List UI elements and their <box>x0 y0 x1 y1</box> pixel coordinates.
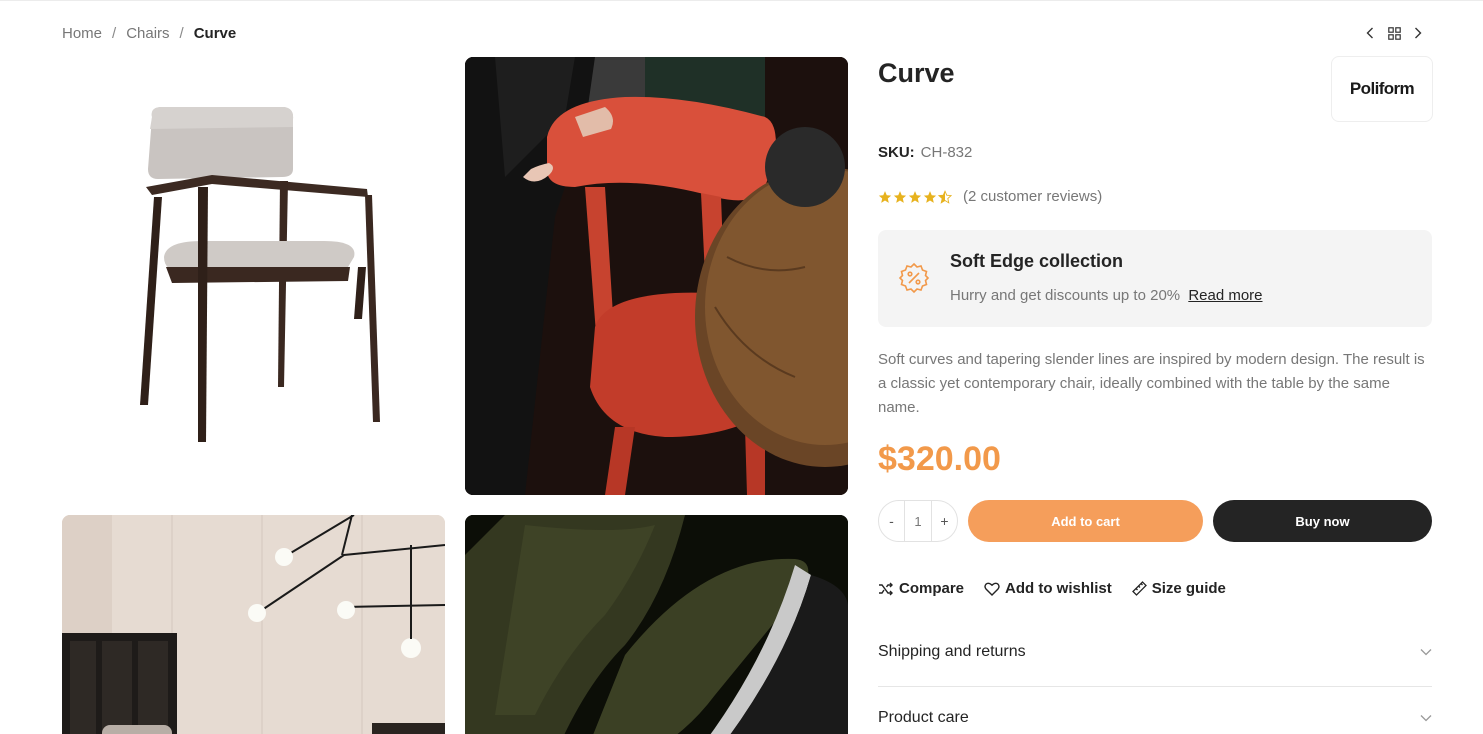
size-guide-label: Size guide <box>1151 580 1226 597</box>
product-navigation <box>1363 25 1425 41</box>
promo-text-row: Hurry and get discounts up to 20% Read m… <box>950 287 1263 304</box>
add-to-cart-button[interactable]: Add to cart <box>968 500 1203 542</box>
buy-now-button[interactable]: Buy now <box>1213 500 1432 542</box>
accordion-shipping-title: Shipping and returns <box>878 643 1026 660</box>
accordion-product-care[interactable]: Product care <box>878 709 1432 727</box>
sku-value: CH-832 <box>920 144 973 161</box>
promo-banner: Soft Edge collection Hurry and get disco… <box>878 230 1432 327</box>
product-title: Curve <box>878 58 955 88</box>
star-icon <box>893 190 907 203</box>
compare-button[interactable]: Compare <box>878 580 964 597</box>
star-icon <box>908 190 922 203</box>
chevron-left-icon[interactable] <box>1363 25 1377 41</box>
compare-label: Compare <box>899 580 965 597</box>
promo-read-more-link[interactable]: Read more <box>1188 287 1262 304</box>
brand-logo[interactable]: Poliform <box>1331 56 1433 122</box>
product-price: $320.00 <box>878 440 1001 478</box>
quantity-plus-button[interactable]: + <box>932 513 957 529</box>
add-to-wishlist-button[interactable]: Add to wishlist <box>984 580 1112 597</box>
breadcrumb-chairs[interactable]: Chairs <box>126 25 169 42</box>
product-image-red-chair-lifestyle[interactable] <box>465 57 848 495</box>
product-description: Soft curves and tapering slender lines a… <box>878 351 1425 416</box>
chevron-right-icon[interactable] <box>1411 25 1425 41</box>
size-guide-button[interactable]: Size guide <box>1131 580 1226 597</box>
sku: SKU: CH-832 <box>878 144 972 161</box>
star-rating <box>878 189 952 204</box>
star-half-icon <box>938 189 952 204</box>
grid-icon[interactable] <box>1387 25 1401 41</box>
chevron-down-icon <box>1420 715 1432 722</box>
promo-title: Soft Edge collection <box>950 251 1124 271</box>
quantity-stepper: - 1 + <box>878 500 958 542</box>
star-icon <box>878 190 892 203</box>
accordion-divider <box>878 686 1432 687</box>
ruler-icon <box>1131 581 1147 596</box>
breadcrumb: Home / Chairs / Curve <box>62 25 236 42</box>
sku-label: SKU: <box>878 144 915 161</box>
shuffle-icon <box>879 582 893 595</box>
promo-text: Hurry and get discounts up to 20% <box>950 287 1181 304</box>
discount-badge-icon <box>898 262 930 299</box>
wishlist-label: Add to wishlist <box>1005 580 1112 597</box>
accordion-care-title: Product care <box>878 709 969 726</box>
chevron-down-icon <box>1420 649 1432 656</box>
product-image-chair-white-bg[interactable] <box>62 57 445 495</box>
product-rating: (2 customer reviews) <box>878 188 1102 205</box>
breadcrumb-separator: / <box>179 25 184 42</box>
quantity-input[interactable]: 1 <box>904 501 932 541</box>
heart-icon <box>984 582 1000 596</box>
breadcrumb-separator: / <box>112 25 117 42</box>
product-image-fabric-chair-closeup[interactable] <box>465 515 848 734</box>
star-icon <box>923 190 937 203</box>
breadcrumb-home[interactable]: Home <box>62 25 102 42</box>
reviews-link[interactable]: (2 customer reviews) <box>963 188 1102 205</box>
top-divider <box>0 0 1483 1</box>
quantity-minus-button[interactable]: - <box>879 513 904 529</box>
product-actions: Compare Add to wishlist Size guide <box>878 580 1226 597</box>
accordion-shipping-returns[interactable]: Shipping and returns <box>878 643 1432 661</box>
product-image-interior-lamp[interactable] <box>62 515 445 734</box>
breadcrumb-current: Curve <box>193 25 237 42</box>
